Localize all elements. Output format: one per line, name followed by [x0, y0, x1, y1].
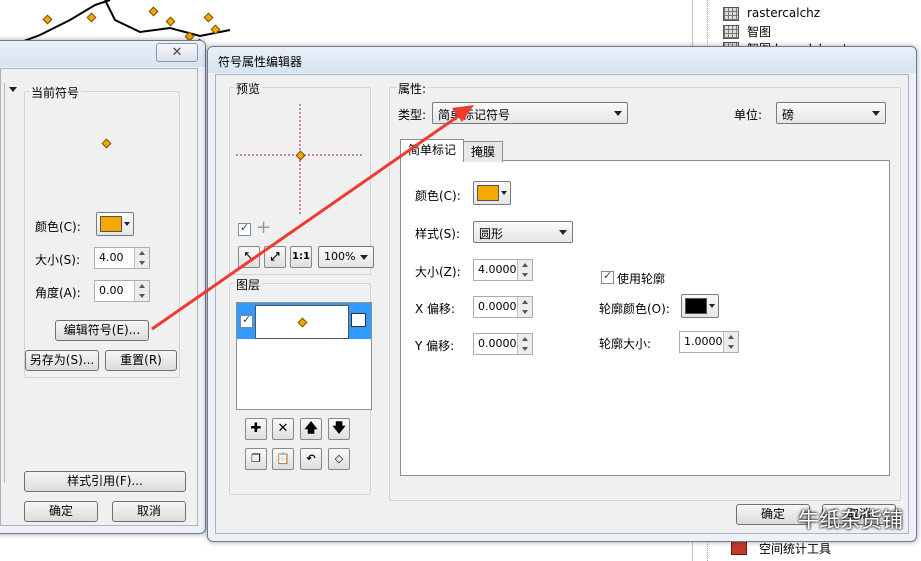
- annotation-arrow: [151, 105, 474, 331]
- watermark: 牛纸杂货铺: [798, 508, 903, 532]
